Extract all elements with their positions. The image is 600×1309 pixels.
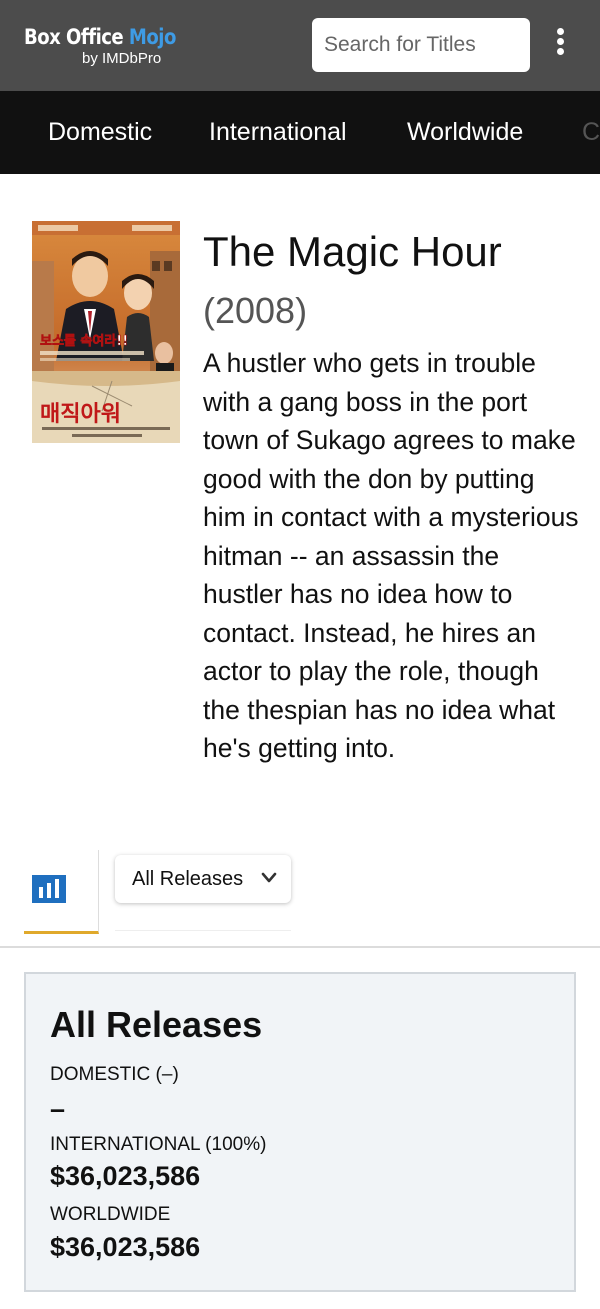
movie-poster: 보스를 속여라!! 매직아워 — [32, 221, 180, 443]
logo-byline: by IMDbPro — [82, 50, 162, 67]
summary-heading: All Releases — [50, 1004, 263, 1045]
movie-year: (2008) — [203, 290, 308, 331]
nav-international[interactable]: International — [209, 118, 347, 147]
logo-wordmark: Box Office Mojo — [24, 25, 176, 49]
worldwide-label: WORLDWIDE — [50, 1204, 171, 1225]
box-office-mojo-logo[interactable]: Box Office Mojo by IMDbPro — [24, 24, 184, 70]
nav-domestic[interactable]: Domestic — [48, 118, 152, 147]
all-releases-summary-card: All Releases DOMESTIC (–) – INTERNATIONA… — [24, 972, 576, 1292]
bar-chart-icon — [32, 875, 66, 903]
poster-title: 매직아워 — [40, 401, 121, 427]
movie-description: A hustler who gets in trouble with a gan… — [203, 348, 579, 763]
international-label: INTERNATIONAL (100%) — [50, 1134, 267, 1155]
domestic-label: DOMESTIC (–) — [50, 1064, 179, 1085]
worldwide-value: $36,023,586 — [50, 1232, 201, 1262]
nav-worldwide[interactable]: Worldwide — [407, 118, 523, 147]
international-value: $36,023,586 — [50, 1161, 201, 1191]
nav-item-truncated[interactable]: C — [582, 118, 600, 147]
main-nav: Domestic International Worldwide C — [0, 91, 600, 174]
release-dropdown-label: All Releases — [132, 868, 244, 890]
movie-title: The Magic Hour — [203, 228, 502, 275]
dropdown-underline — [115, 903, 291, 931]
top-header: Box Office Mojo by IMDbPro — [0, 0, 600, 91]
kebab-menu-icon[interactable] — [550, 28, 570, 62]
domestic-value: – — [50, 1094, 66, 1124]
tab-chart[interactable] — [24, 850, 99, 934]
poster-headline: 보스를 속여라!! — [40, 333, 128, 349]
search-input[interactable] — [312, 18, 530, 72]
section-divider — [0, 946, 600, 948]
release-dropdown[interactable]: All Releases — [115, 855, 291, 903]
